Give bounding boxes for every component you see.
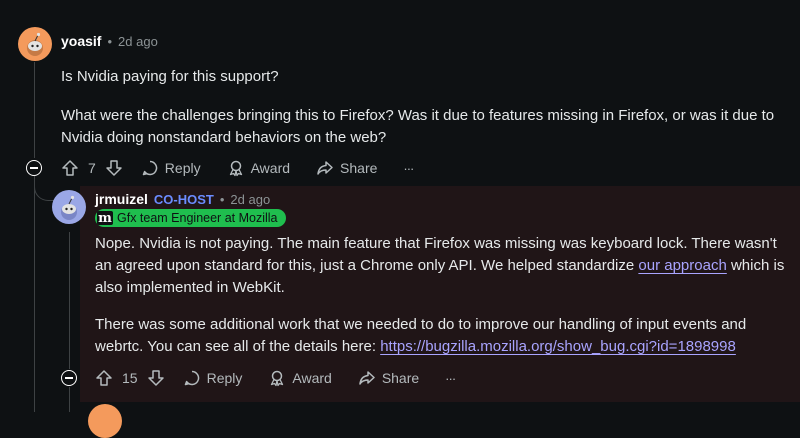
comment2-paragraph-2: There was some additional work that we n…	[95, 314, 785, 358]
avatar-yoasif[interactable]	[18, 27, 52, 61]
comment2-action-bar: 15 Reply Award Share ···	[95, 368, 481, 388]
comment1-action-bar: 7 Reply Award Share ···	[61, 158, 439, 178]
comment2-header: jrmuizel CO-HOST • 2d ago	[95, 191, 270, 207]
share-button[interactable]: Share	[316, 159, 377, 177]
downvote-icon[interactable]	[105, 159, 123, 177]
comment-icon	[184, 370, 199, 386]
more-options-button[interactable]: ···	[445, 370, 456, 386]
bugzilla-link[interactable]: https://bugzilla.mozilla.org/show_bug.cg…	[380, 338, 736, 355]
collapse-thread-button[interactable]	[61, 370, 77, 386]
award-icon	[229, 160, 242, 177]
reply-label: Reply	[164, 160, 201, 176]
vote-count: 7	[88, 160, 96, 176]
share-button[interactable]: Share	[358, 369, 419, 387]
award-button[interactable]: Award	[227, 159, 290, 177]
more-icon: ···	[403, 160, 414, 176]
thread-line-reply	[69, 232, 70, 369]
comment1-paragraph-1: Is Nvidia paying for this support?	[61, 68, 279, 85]
username-jrmuizel[interactable]: jrmuizel	[95, 191, 148, 207]
snoo-avatar-icon	[61, 195, 77, 220]
flair-text: Gfx team Engineer at Mozilla	[117, 211, 278, 225]
thread-line-reply-lower	[69, 387, 70, 412]
share-label: Share	[340, 160, 378, 176]
award-label: Award	[250, 160, 291, 176]
share-label: Share	[381, 370, 420, 386]
share-icon	[317, 161, 333, 175]
comment1-paragraph-2: What were the challenges bringing this t…	[61, 107, 775, 146]
upvote-icon[interactable]	[95, 369, 113, 387]
more-options-button[interactable]: ···	[403, 160, 414, 176]
reply-button[interactable]: Reply	[141, 159, 201, 177]
avatar-jrmuizel[interactable]	[52, 190, 86, 224]
more-icon: ···	[445, 370, 456, 386]
vote-group: 15	[95, 369, 165, 387]
thread-line-main	[34, 62, 35, 158]
comment2-paragraph-1: Nope. Nvidia is not paying. The main fea…	[95, 233, 785, 299]
comment1-header: yoasif • 2d ago	[61, 33, 158, 49]
snoo-avatar-icon	[27, 32, 43, 56]
our-approach-link[interactable]: our approach	[638, 257, 726, 274]
upvote-icon[interactable]	[61, 159, 79, 177]
award-button[interactable]: Award	[268, 369, 332, 387]
comment-icon	[142, 160, 158, 176]
reply-button[interactable]: Reply	[183, 369, 243, 387]
downvote-icon[interactable]	[147, 369, 165, 387]
username-yoasif[interactable]: yoasif	[61, 33, 101, 49]
cohost-badge: CO-HOST	[153, 191, 214, 207]
user-flair: m Gfx team Engineer at Mozilla	[95, 209, 286, 227]
avatar-next-comment[interactable]	[88, 404, 122, 438]
award-icon	[271, 370, 284, 387]
collapse-thread-button[interactable]	[26, 160, 42, 176]
comment-timestamp[interactable]: 2d ago	[230, 192, 270, 207]
vote-count: 15	[122, 370, 138, 386]
award-label: Award	[292, 370, 332, 386]
share-icon	[359, 371, 375, 385]
separator-dot: •	[219, 191, 225, 207]
mozilla-flair-icon: m	[97, 210, 113, 226]
comment-timestamp[interactable]: 2d ago	[118, 34, 158, 49]
separator-dot: •	[107, 33, 113, 49]
reply-label: Reply	[206, 370, 243, 386]
vote-group: 7	[61, 159, 123, 177]
thread-line-main-lower	[34, 176, 35, 412]
